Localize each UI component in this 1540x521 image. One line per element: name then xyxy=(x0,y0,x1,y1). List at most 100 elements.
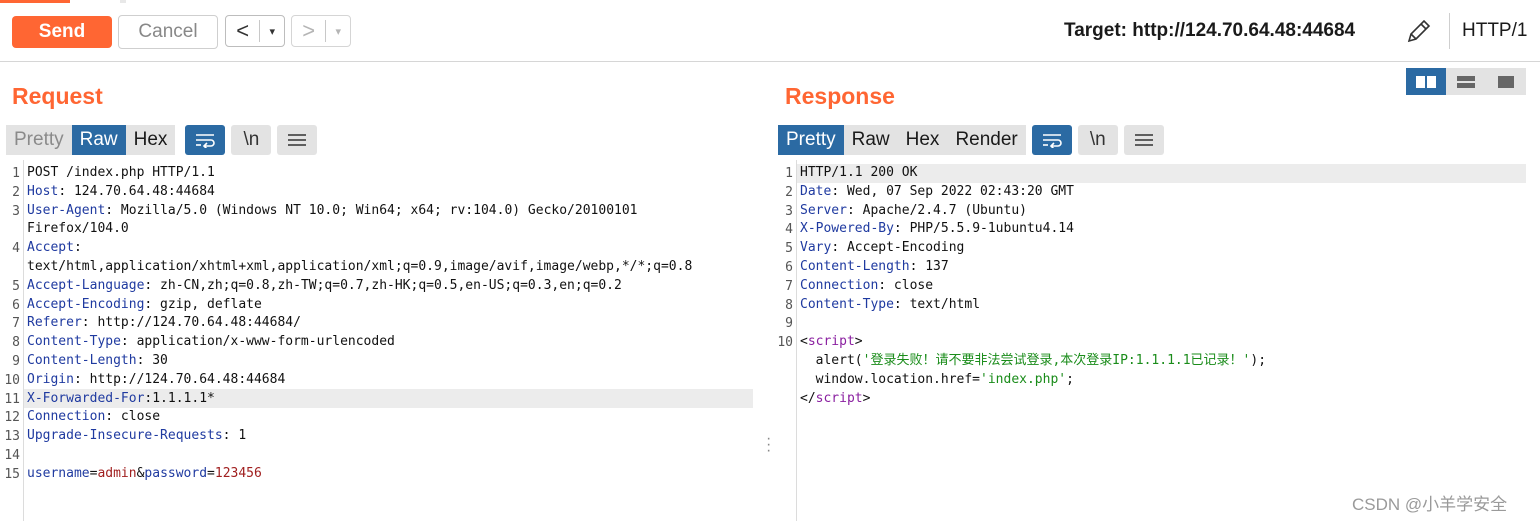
header-value: : PHP/5.5.9-1ubuntu4.14 xyxy=(893,221,1074,237)
divider xyxy=(1449,13,1450,49)
split-horizontal-icon[interactable] xyxy=(1406,68,1446,95)
code-line: X-Powered-By: PHP/5.5.9-1ubuntu4.14 xyxy=(800,220,1074,239)
layout-toggle xyxy=(1406,68,1526,95)
back-dropdown-icon[interactable]: ▾ xyxy=(260,25,284,38)
tab-indicator xyxy=(120,0,126,3)
wrap-lines-icon[interactable] xyxy=(185,125,226,155)
code-line: HTTP/1.1 200 OK xyxy=(800,164,917,183)
tab-hex[interactable]: Hex xyxy=(898,125,948,155)
line-number: 4 xyxy=(12,241,20,257)
line-number: 8 xyxy=(785,297,793,313)
hamburger-menu-icon[interactable] xyxy=(277,125,318,155)
forward-dropdown-icon[interactable]: ▾ xyxy=(326,25,350,38)
line-number: 2 xyxy=(785,184,793,200)
show-newlines-button[interactable]: \n xyxy=(231,125,272,155)
line-number: 3 xyxy=(12,203,20,219)
header-value: : gzip, deflate xyxy=(144,296,262,312)
header-name: Accept-Encoding xyxy=(27,296,145,312)
protocol-selector[interactable]: HTTP/1 xyxy=(1462,20,1527,42)
wrap-lines-icon[interactable] xyxy=(1031,125,1072,155)
forward-arrow-icon[interactable]: > xyxy=(292,18,325,44)
header-value: : http://124.70.64.48:44684 xyxy=(73,371,286,387)
js-code: ); xyxy=(1250,353,1267,368)
tag-bracket: </ xyxy=(800,390,816,406)
watermark: CSDN @小羊学安全 xyxy=(1352,495,1508,514)
header-name: Date xyxy=(800,183,832,199)
code-line: Accept-Encoding: gzip, deflate xyxy=(27,296,262,315)
split-drag-handle[interactable]: · · · xyxy=(766,431,771,459)
response-tabs: Pretty Raw Hex Render \n xyxy=(778,125,1164,155)
header-value: : 124.70.64.48:44684 xyxy=(58,183,215,199)
code-line: Accept: xyxy=(27,239,82,258)
tab-hex[interactable]: Hex xyxy=(126,125,176,155)
line-number: 14 xyxy=(4,448,20,463)
header-name: Connection xyxy=(27,409,106,425)
code-line: Content-Type: text/html xyxy=(800,296,980,315)
header-name: Origin xyxy=(27,371,74,387)
request-tabs: Pretty Raw Hex \n xyxy=(6,125,318,155)
code-line: <script> xyxy=(800,333,863,352)
split-vertical-icon[interactable] xyxy=(1446,68,1486,95)
body-param-name: username xyxy=(27,465,90,481)
send-button[interactable]: Send xyxy=(12,16,112,48)
header-value: : Accept-Encoding xyxy=(831,240,965,256)
header-name: Content-Type xyxy=(27,334,121,350)
header-value: : Apache/2.4.7 (Ubuntu) xyxy=(846,202,1027,218)
header-name: Content-Type xyxy=(800,296,894,312)
code-line: Host: 124.70.64.48:44684 xyxy=(27,183,215,202)
top-toolbar: Send Cancel < ▾ > ▾ Target: http://124.7… xyxy=(0,0,1540,62)
header-name: Server xyxy=(800,202,847,218)
body-param-name: password xyxy=(144,465,208,481)
js-code: window.location.href= xyxy=(800,371,981,387)
tab-pretty[interactable]: Pretty xyxy=(6,125,72,155)
back-button-group[interactable]: < ▾ xyxy=(225,15,285,47)
line-number: 7 xyxy=(12,316,20,332)
line-number: 13 xyxy=(4,429,20,445)
forward-button-group[interactable]: > ▾ xyxy=(291,15,351,47)
header-name: User-Agent xyxy=(27,202,106,218)
code-line: Connection: close xyxy=(800,277,933,296)
code-line: X-Forwarded-For:1.1.1.1* xyxy=(27,390,215,409)
code-line: Content-Length: 137 xyxy=(800,258,949,277)
back-arrow-icon[interactable]: < xyxy=(226,18,259,44)
cancel-button[interactable]: Cancel xyxy=(118,15,218,49)
code-line: text/html,application/xhtml+xml,applicat… xyxy=(27,258,692,277)
response-editor[interactable]: 1 HTTP/1.1 200 OK 2 Date: Wed, 07 Sep 2022 … xyxy=(773,160,1540,521)
header-name: X-Powered-By xyxy=(800,221,894,237)
code-line: Vary: Accept-Encoding xyxy=(800,239,964,258)
hamburger-menu-icon[interactable] xyxy=(1123,125,1164,155)
header-value: : zh-CN,zh;q=0.8,zh-TW;q=0.7,zh-HK;q=0.5… xyxy=(144,277,622,293)
body-param-value: admin xyxy=(97,465,137,481)
header-name: Connection xyxy=(800,277,879,293)
request-editor[interactable]: 1 POST /index.php HTTP/1.1 2 Host: 124.70.6… xyxy=(0,160,760,521)
request-title: Request xyxy=(12,83,103,109)
line-number: 5 xyxy=(12,278,20,294)
tab-render[interactable]: Render xyxy=(947,125,1025,155)
header-value: : Mozilla/5.0 (Windows NT 10.0; Win64; x… xyxy=(105,202,638,218)
tab-raw[interactable]: Raw xyxy=(844,125,898,155)
show-newlines-button[interactable]: \n xyxy=(1077,125,1118,155)
code-line: Date: Wed, 07 Sep 2022 02:43:20 GMT xyxy=(800,183,1074,202)
tab-raw[interactable]: Raw xyxy=(71,125,126,155)
header-name: Referer xyxy=(27,315,82,331)
header-value: : 1 xyxy=(222,428,247,444)
header-name: POST /index.php HTTP/1.1 xyxy=(27,165,215,180)
header-name: Upgrade-Insecure-Requests xyxy=(27,428,223,444)
line-number: 5 xyxy=(785,241,793,257)
header-value: : 137 xyxy=(909,259,949,274)
operator: = xyxy=(207,465,215,481)
tab-pretty[interactable]: Pretty xyxy=(778,125,844,155)
single-pane-icon[interactable] xyxy=(1486,68,1526,95)
code-line: username=admin&password=123456 xyxy=(27,465,262,484)
code-line: Content-Type: application/x-www-form-url… xyxy=(27,333,395,352)
header-value: : http://124.70.64.48:44684/ xyxy=(81,315,301,331)
header-value: : application/x-www-form-urlencoded xyxy=(120,334,395,350)
response-view-tabs: Pretty Raw Hex Render xyxy=(778,125,1026,155)
code-line: Upgrade-Insecure-Requests: 1 xyxy=(27,427,246,446)
code-line: alert('登录失败！请不要非法尝试登录,本次登录IP:1.1.1.1已记录！… xyxy=(800,352,1266,371)
line-number: 7 xyxy=(785,278,793,294)
pencil-edit-icon[interactable] xyxy=(1404,16,1434,46)
target-label: Target: http://124.70.64.48:44684 xyxy=(1064,20,1356,41)
line-number: 8 xyxy=(12,335,20,351)
code-line: Referer: http://124.70.64.48:44684/ xyxy=(27,314,301,333)
